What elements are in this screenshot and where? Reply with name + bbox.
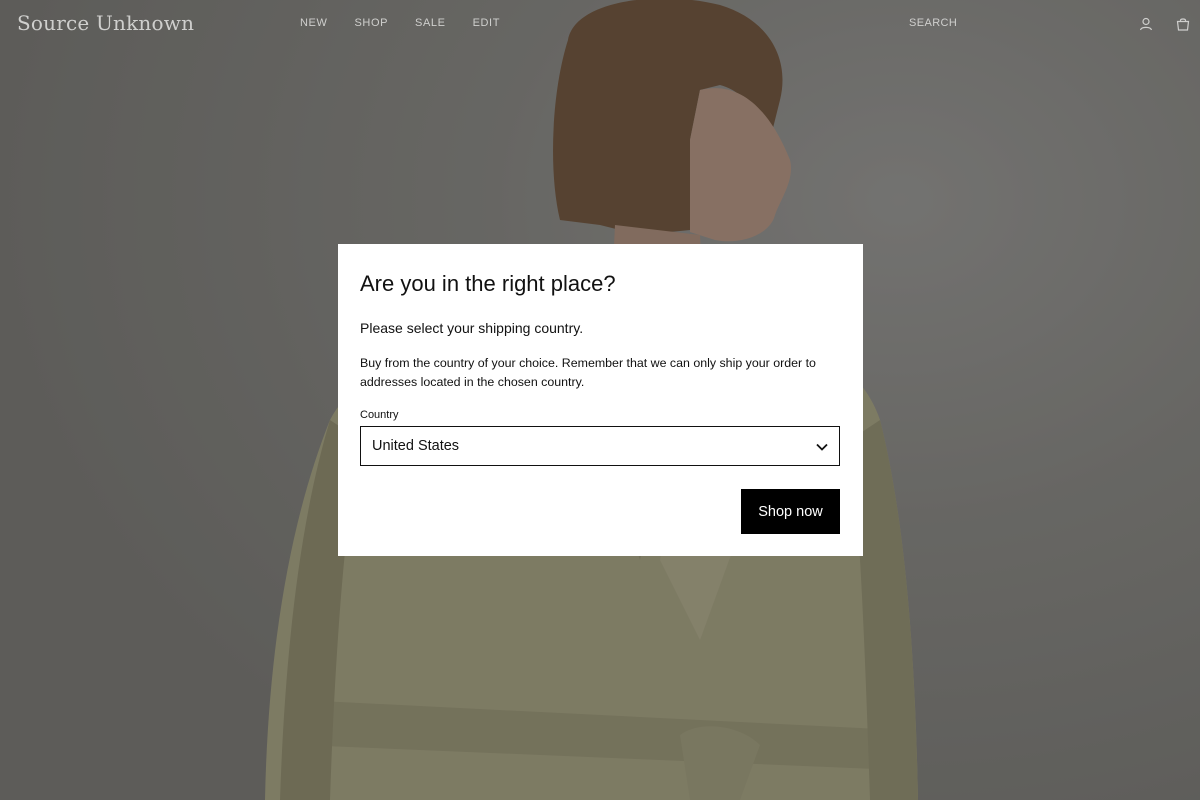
search-input[interactable]: SEARCH (909, 17, 957, 29)
shop-now-button[interactable]: Shop now (741, 489, 840, 534)
modal-description: Buy from the country of your choice. Rem… (360, 356, 816, 389)
page: Source Unknown NEW SHOP SALE EDIT SEARCH… (0, 0, 1200, 800)
site-header: Source Unknown NEW SHOP SALE EDIT SEARCH (0, 0, 1200, 48)
site-logo[interactable]: Source Unknown (17, 11, 194, 35)
modal-title: Are you in the right place? (360, 271, 616, 296)
modal-subtitle: Please select your shipping country. (360, 320, 584, 336)
country-selected-value: United States (372, 438, 460, 454)
nav-item-sale[interactable]: SALE (415, 17, 446, 29)
nav-item-new[interactable]: NEW (300, 17, 327, 29)
user-icon[interactable] (1139, 17, 1153, 31)
nav-item-edit[interactable]: EDIT (473, 17, 500, 29)
country-modal: Are you in the right place? Please selec… (338, 244, 863, 556)
country-label: Country (360, 409, 399, 421)
country-select[interactable]: United States (360, 426, 840, 466)
bag-icon[interactable] (1176, 17, 1190, 31)
chevron-down-icon (815, 440, 829, 454)
nav-item-shop[interactable]: SHOP (354, 17, 388, 29)
main-nav: NEW SHOP SALE EDIT (300, 17, 527, 29)
